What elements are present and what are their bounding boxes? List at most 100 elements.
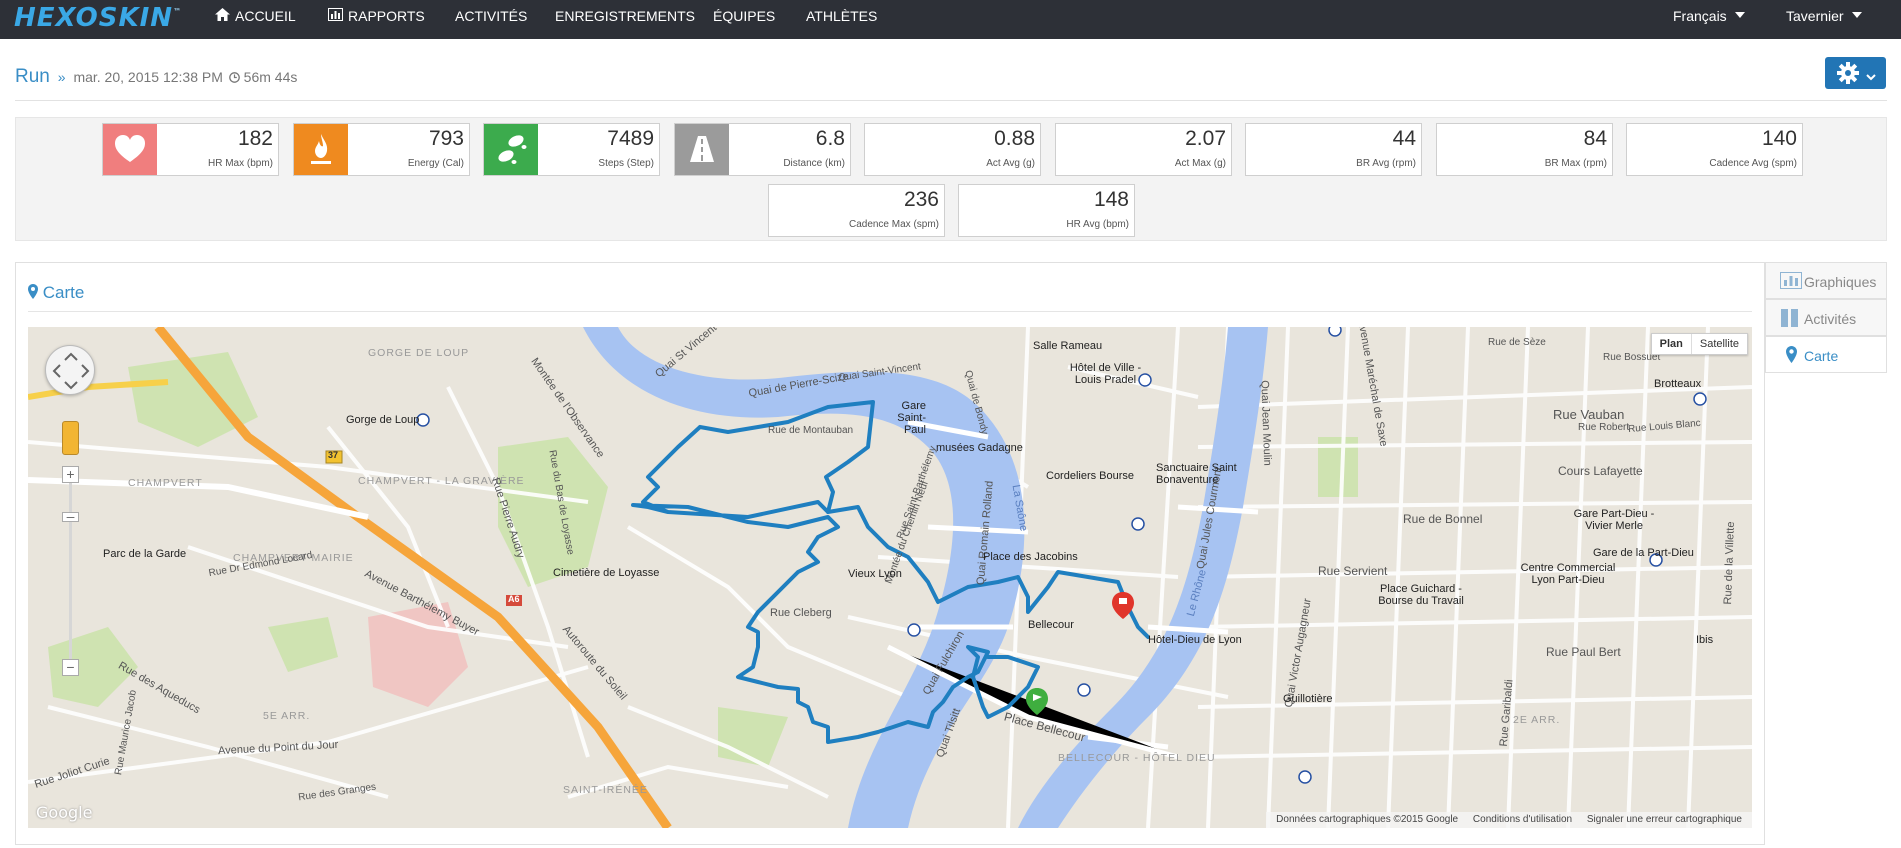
pan-arrows-icon [52,352,90,390]
poi-label: Hôtel de Ville - Louis Pradel [1069,362,1142,386]
poi-label: Place Guichard - Bourse du Travail [1378,583,1464,607]
poi-label: Vieux Lyon [848,568,902,580]
map-type-control: Plan Satellite [1650,333,1748,355]
poi-label: musées Gadagne [936,442,1023,454]
street-label: Rue de Sèze [1488,337,1546,348]
caret-down-icon [1851,12,1862,19]
nav-activites[interactable]: ACTIVITÉS [455,0,527,39]
district-label: SAINT-IRÉNÉE [563,784,648,796]
poi-label: Sanctuaire Saint Bonaventure [1156,462,1237,486]
poi-label: Parc de la Garde [103,548,187,560]
google-logo: Google [36,803,93,822]
nav-enregistrements[interactable]: ENREGISTREMENTS [555,0,695,39]
stat-distance: 6.8 Distance (km) [674,123,851,176]
flame-icon [294,124,348,175]
road-icon [675,124,729,175]
settings-dropdown-button[interactable] [1825,57,1886,89]
hexoskin-logo[interactable]: HEXOSKIN™ [14,3,182,33]
street-label: Rue de Bonnel [1403,512,1483,526]
street-label: Rue Servient [1318,564,1388,578]
stats-panel: 182 HR Max (bpm) 793 Energy (Cal) 7489 S… [15,117,1887,241]
poi-label: Bellecour [1028,619,1074,631]
poi-label: Hôtel-Dieu de Lyon [1148,634,1242,646]
zoom-slider-track[interactable] [69,467,72,667]
terms-link[interactable]: Conditions d'utilisation [1473,814,1572,825]
poi-label: Place des Jacobins [983,551,1078,563]
stat-hr-max: 182 HR Max (bpm) [102,123,279,176]
poi-label: Gare Part-Dieu - Vivier Merle [1573,508,1655,532]
map-marker-icon [28,283,43,302]
breadcrumb: Run » mar. 20, 2015 12:38 PM 56m 44s [15,66,298,87]
poi-label: Cordeliers Bourse [1046,470,1135,482]
street-label: Rue de Montauban [768,425,854,436]
street-view-pegman-icon[interactable] [62,421,79,455]
report-error-link[interactable]: Signaler une erreur cartographique [1587,814,1742,825]
highway-badge: A6 [508,594,520,604]
poi-label: Brotteaux [1654,378,1702,390]
map-data-credit: Données cartographiques ©2015 Google [1276,814,1459,825]
footsteps-icon [484,124,538,175]
highway-badge: 37 [328,450,339,460]
stat-act-max: 2.07 Act Max (g) [1055,123,1232,176]
user-dropdown[interactable]: Tavernier [1786,0,1862,39]
street-label: Rue Robert [1578,422,1630,433]
tab-graphiques[interactable]: Graphiques [1765,262,1887,299]
caret-down-icon [1734,12,1745,19]
map-title-divider [28,311,1752,312]
map-type-plan[interactable]: Plan [1652,334,1692,354]
poi-label: Cimetière de Loyasse [553,567,660,579]
map-section-title: Carte [28,283,84,303]
district-label: BELLECOUR - HÔTEL DIEU [1058,752,1216,764]
district-label: GORGE DE LOUP [368,347,470,359]
home-icon [215,0,230,33]
zoom-in-button[interactable]: + [62,466,79,483]
poi-label: Gorge de Loup [346,414,420,426]
header-divider [15,100,1887,101]
stat-cadence-avg: 140 Cadence Avg (spm) [1626,123,1803,176]
stat-act-avg: 0.88 Act Avg (g) [864,123,1041,176]
bar-chart-icon [1780,272,1802,292]
poi-label: Salle Rameau [1033,340,1103,352]
tab-carte[interactable]: Carte [1765,336,1887,373]
poi-label: Guillotière [1283,693,1333,705]
map-marker-icon [1786,346,1797,366]
district-label: 2E ARR. [1513,714,1561,726]
zoom-out-button[interactable]: − [62,659,79,676]
stat-br-max: 84 BR Max (rpm) [1436,123,1613,176]
poi-label: Gare de la Part-Dieu [1593,547,1694,559]
bar-chart-icon [328,0,343,33]
language-dropdown[interactable]: Français [1673,0,1745,39]
map-type-satellite[interactable]: Satellite [1692,334,1747,354]
columns-icon [1780,309,1800,330]
street-label: Cours Lafayette [1558,464,1643,478]
stat-energy: 793 Energy (Cal) [293,123,470,176]
zoom-slider-handle[interactable]: – [62,509,79,523]
map-attribution: Données cartographiques ©2015 Google Con… [1266,812,1752,828]
district-label: 5E ARR. [263,710,311,722]
activity-duration: 56m 44s [243,69,298,85]
activity-link[interactable]: Run [15,66,50,87]
route-map[interactable]: GORGE DE LOUP CHAMPVERT CHAMPVERT - LA G… [28,327,1752,828]
tab-activites[interactable]: Activités [1765,299,1887,336]
poi-label: Gare Saint-Paul [897,400,926,436]
map-pan-control[interactable] [45,345,95,395]
district-label: CHAMPVERT [128,477,203,489]
stat-cadence-max: 236 Cadence Max (spm) [768,184,945,237]
heart-icon [103,124,157,175]
chevron-down-icon [1866,68,1876,86]
stat-steps: 7489 Steps (Step) [483,123,660,176]
street-label: Rue Vauban [1553,407,1625,422]
nav-rapports[interactable]: RAPPORTS [328,0,425,39]
nav-accueil[interactable]: ACCUEIL [215,0,296,39]
street-label: Rue Cleberg [770,607,832,619]
activity-date: mar. 20, 2015 12:38 PM [73,69,223,85]
street-label: Rue Paul Bert [1546,645,1621,659]
stat-br-avg: 44 BR Avg (rpm) [1245,123,1422,176]
clock-icon [228,69,240,85]
stat-hr-avg: 148 HR Avg (bpm) [958,184,1135,237]
top-navbar: HEXOSKIN™ ACCUEIL RAPPORTS ACTIVITÉS ENR… [0,0,1901,39]
poi-label: Centre Commercial Lyon Part-Dieu [1520,562,1616,586]
poi-label: Ibis [1696,634,1714,646]
nav-athletes[interactable]: ATHLÈTES [806,0,877,39]
nav-equipes[interactable]: ÉQUIPES [713,0,775,39]
